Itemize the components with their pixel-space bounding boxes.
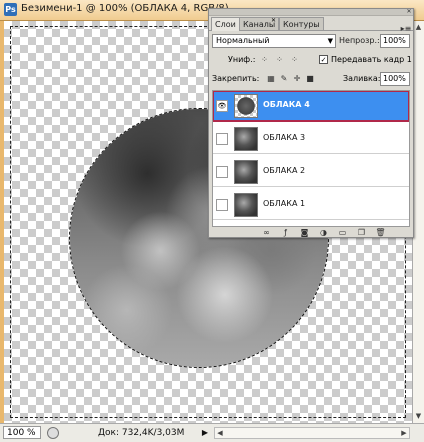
scroll-left-icon[interactable]: ◀ [215,428,225,438]
blend-mode-select[interactable]: Нормальный ▼ [212,34,336,48]
visibility-toggle[interactable] [216,199,228,211]
adjustment-layer-icon[interactable]: ◑ [318,228,329,238]
delete-layer-icon[interactable]: 🗑 [375,228,386,238]
layer-row-clouds-4[interactable]: 👁 ОБЛАКА 4 [213,91,409,122]
fill-label: Заливка: [343,74,381,83]
eye-icon[interactable]: 👁 [216,100,228,112]
layer-thumbnail [234,160,258,184]
layer-style-icon[interactable]: ƒ [280,228,291,238]
lock-label: Закрепить: [212,74,260,83]
layer-name: ОБЛАКА 4 [263,100,310,109]
unify-label: Униф.: [228,55,256,64]
panel-bottom-toolbar: ∞ ƒ ◙ ◑ ▭ ❐ 🗑 [255,228,411,238]
document-title: Безимени-1 @ 100% (ОБЛАКА 4, RGB/8) [21,3,229,14]
new-layer-icon[interactable]: ❐ [356,228,367,238]
panel-grip[interactable] [209,9,413,16]
layer-mask-icon[interactable]: ◙ [299,228,310,238]
unify-style-icon[interactable]: ⁘ [289,54,300,65]
visibility-toggle[interactable] [216,133,228,145]
scroll-right-icon[interactable]: ▶ [399,428,409,438]
layer-thumbnail [234,94,258,118]
lock-row: Закрепить: ▦ ✎ ✛ ■ Заливка: 100% [212,72,410,86]
blend-mode-value: Нормальный [216,36,270,45]
document-size-info: Док: 732,4K/3,03M [98,428,185,438]
panel-tabs: Слои Каналы ✕ Контуры ▸≡ [209,16,413,33]
unify-visibility-icon[interactable]: ⁘ [274,54,285,65]
fill-field[interactable]: 100% [380,72,410,86]
unify-row: Униф.: ⁘ ⁘ ⁘ ✓ Передавать кадр 1 [212,54,412,68]
unify-position-icon[interactable]: ⁘ [259,54,270,65]
scroll-up-icon[interactable]: ▲ [414,22,423,32]
scroll-down-icon[interactable]: ▼ [414,411,423,421]
visibility-toggle[interactable] [216,166,228,178]
opacity-label: Непрозр.: [339,36,380,45]
tab-paths[interactable]: Контуры [279,17,324,30]
layer-thumbnail [234,193,258,217]
layer-name: ОБЛАКА 2 [263,166,306,175]
propagate-frame-checkbox[interactable]: ✓ [319,55,328,64]
layer-name: ОБЛАКА 3 [263,133,306,142]
zoom-field[interactable]: 100 % [3,426,41,439]
panel-close-icon[interactable]: ✕ [405,8,413,15]
link-layers-icon[interactable]: ∞ [261,228,272,238]
layers-list: 👁 ОБЛАКА 4 ОБЛАКА 3 ОБЛАКА 2 ОБЛАКА 1 [212,90,410,227]
layer-row-clouds-3[interactable]: ОБЛАКА 3 [213,124,409,154]
layer-name: ОБЛАКА 1 [263,199,306,208]
opacity-field[interactable]: 100% [380,34,410,48]
photoshop-icon: Ps [4,3,17,16]
lock-pixels-icon[interactable]: ✎ [279,73,289,84]
navigator-icon[interactable] [47,427,59,439]
layer-row-clouds-1[interactable]: ОБЛАКА 1 [213,190,409,220]
lock-all-icon[interactable]: ■ [305,73,315,84]
status-menu-arrow-icon[interactable]: ▶ [200,427,210,439]
layers-panel: ✕ Слои Каналы ✕ Контуры ▸≡ Нормальный ▼ … [208,8,414,238]
lock-transparency-icon[interactable]: ▦ [266,73,276,84]
tab-layers[interactable]: Слои [211,17,240,31]
horizontal-scrollbar[interactable]: ◀ ▶ [214,427,410,439]
layer-thumbnail [234,127,258,151]
propagate-frame-label: Передавать кадр 1 [331,55,412,64]
new-group-icon[interactable]: ▭ [337,228,348,238]
lock-position-icon[interactable]: ✛ [292,73,302,84]
chevron-down-icon: ▼ [327,37,333,45]
status-bar: 100 % Док: 732,4K/3,03M ▶ ◀ ▶ [0,423,424,442]
tab-close-icon[interactable]: ✕ [271,17,276,24]
blend-row: Нормальный ▼ Непрозр.: 100% [212,34,410,49]
layer-row-clouds-2[interactable]: ОБЛАКА 2 [213,157,409,187]
